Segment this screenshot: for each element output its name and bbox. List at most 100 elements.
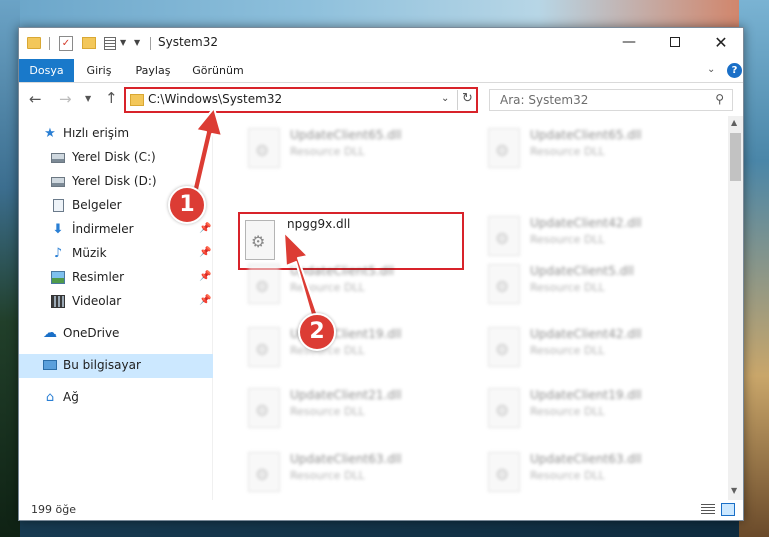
computer-icon <box>43 360 57 370</box>
scroll-down-icon[interactable]: ▼ <box>731 486 737 495</box>
scroll-up-icon[interactable]: ▲ <box>731 118 737 127</box>
vertical-scrollbar[interactable]: ▲ ▼ <box>728 116 743 500</box>
sidebar-item-label: İndirmeler <box>72 222 134 236</box>
dll-file-icon <box>248 264 280 304</box>
list-item[interactable]: UpdateClient42.dll Resource DLL <box>478 321 708 373</box>
tab-home[interactable]: Giriş <box>79 59 119 82</box>
sidebar-item-this-pc[interactable]: Bu bilgisayar <box>19 354 213 378</box>
dll-file-icon <box>245 220 275 260</box>
sidebar-item-label: Belgeler <box>72 198 122 212</box>
dll-file-icon <box>248 452 280 492</box>
pin-icon[interactable]: 📌 <box>199 247 211 258</box>
sidebar-item-onedrive[interactable]: ☁ OneDrive <box>19 322 213 346</box>
file-name: UpdateClient19.dll <box>530 388 642 402</box>
dll-file-icon <box>248 388 280 428</box>
star-icon: ★ <box>44 126 56 141</box>
list-item[interactable]: UpdateClient63.dll Resource DLL <box>238 446 468 498</box>
list-item[interactable]: UpdateClient63.dll Resource DLL <box>478 446 708 498</box>
dll-file-icon <box>248 128 280 168</box>
step-2-badge: 2 <box>298 313 336 351</box>
sidebar-item-label: Hızlı erişim <box>63 126 130 140</box>
list-item[interactable]: UpdateClient42.dll Resource DLL <box>478 210 708 262</box>
sidebar-item-videos[interactable]: Videolar 📌 <box>19 290 213 314</box>
dll-file-icon <box>488 452 520 492</box>
list-item[interactable]: UpdateClient65.dll Resource DLL <box>478 122 708 174</box>
forward-arrow-icon[interactable]: → <box>59 90 72 108</box>
documents-icon <box>53 199 64 212</box>
navigation-bar: ← → ▼ ↑ C:\Windows\System32 ⌄ ↻ Ara: Sys… <box>19 84 743 116</box>
tab-view[interactable]: Görünüm <box>189 59 247 82</box>
help-icon[interactable]: ? <box>727 63 742 78</box>
maximize-button[interactable] <box>652 28 698 59</box>
sidebar-item-label: Videolar <box>72 294 122 308</box>
new-folder-icon[interactable] <box>82 37 96 49</box>
tab-share[interactable]: Paylaş <box>131 59 175 82</box>
list-item[interactable]: UpdateClient5.dll Resource DLL <box>478 258 708 310</box>
scrollbar-thumb[interactable] <box>730 133 741 181</box>
file-list: UpdateClient65.dll Resource DLL npgg9x.d… <box>214 116 733 500</box>
pictures-icon <box>51 271 65 284</box>
recent-locations-icon[interactable]: ▼ <box>85 94 91 103</box>
refresh-icon[interactable]: ↻ <box>462 91 473 106</box>
sidebar-item-music[interactable]: ♪ Müzik 📌 <box>19 242 213 266</box>
file-type: Resource DLL <box>290 145 365 158</box>
videos-icon <box>51 295 65 308</box>
details-view-icon[interactable] <box>701 504 715 515</box>
dll-file-icon <box>248 327 280 367</box>
file-type: Resource DLL <box>530 233 605 246</box>
desktop-wallpaper-left <box>0 0 20 537</box>
address-bar[interactable]: C:\Windows\System32 ⌄ ↻ <box>124 87 478 113</box>
maximize-icon <box>670 37 680 47</box>
chevron-down-icon[interactable]: ▼ <box>120 38 126 54</box>
sidebar-item-network[interactable]: ⌂ Ağ <box>19 386 213 410</box>
minimize-button[interactable]: — <box>606 28 652 59</box>
expand-ribbon-icon[interactable]: ⌄ <box>707 64 715 75</box>
pin-icon[interactable]: 📌 <box>199 271 211 282</box>
file-type: Resource DLL <box>530 145 605 158</box>
sidebar-item-label: Bu bilgisayar <box>63 358 141 372</box>
file-type: Resource DLL <box>530 281 605 294</box>
up-arrow-icon[interactable]: ↑ <box>105 89 118 107</box>
back-arrow-icon[interactable]: ← <box>29 90 42 108</box>
file-type: Resource DLL <box>290 405 365 418</box>
toolbar-divider <box>150 37 151 50</box>
cloud-icon: ☁ <box>43 325 57 341</box>
music-icon: ♪ <box>53 246 63 261</box>
list-item[interactable]: UpdateClient65.dll Resource DLL <box>238 122 468 174</box>
pin-icon[interactable]: 📌 <box>199 223 211 234</box>
list-item[interactable]: UpdateClient19.dll Resource DLL <box>238 321 468 373</box>
address-history-icon[interactable]: ⌄ <box>441 93 449 104</box>
folder-icon <box>130 94 144 106</box>
list-item[interactable]: UpdateClient21.dll Resource DLL <box>238 382 468 434</box>
close-button[interactable]: ✕ <box>698 28 744 59</box>
file-type: Resource DLL <box>290 469 365 482</box>
sidebar-item-disk-c[interactable]: Yerel Disk (C:) <box>19 146 213 170</box>
dll-file-icon <box>488 216 520 256</box>
dll-file-icon <box>488 327 520 367</box>
list-item[interactable]: UpdateClient5.dll Resource DLL <box>238 258 468 310</box>
large-icons-view-icon[interactable] <box>721 503 735 516</box>
list-item[interactable]: UpdateClient19.dll Resource DLL <box>478 382 708 434</box>
search-placeholder: Ara: System32 <box>500 93 589 107</box>
search-input[interactable]: Ara: System32 ⚲ <box>489 89 733 111</box>
file-type: Resource DLL <box>530 344 605 357</box>
file-name: UpdateClient63.dll <box>290 452 402 466</box>
properties-icon[interactable] <box>104 37 116 50</box>
sidebar-item-label: Yerel Disk (C:) <box>72 150 156 164</box>
sidebar-item-pictures[interactable]: Resimler 📌 <box>19 266 213 290</box>
tab-file[interactable]: Dosya <box>19 59 74 82</box>
file-name: npgg9x.dll <box>287 217 351 231</box>
address-path[interactable]: C:\Windows\System32 <box>148 92 282 106</box>
sidebar-item-label: Ağ <box>63 390 79 404</box>
customize-toolbar-icon[interactable]: ▼ <box>134 38 140 54</box>
pin-icon[interactable]: 📌 <box>199 295 211 306</box>
file-explorer-window: ✓ ▼ ▼ System32 — ✕ Dosya Giriş Paylaş Gö… <box>18 27 744 521</box>
item-count: 199 öğe <box>31 503 76 516</box>
network-icon: ⌂ <box>45 390 55 405</box>
search-icon[interactable]: ⚲ <box>715 92 724 106</box>
sidebar-item-quick-access[interactable]: ★ Hızlı erişim <box>19 122 213 146</box>
step-1-badge: 1 <box>168 186 206 224</box>
sidebar-item-label: OneDrive <box>63 326 120 340</box>
properties-check-icon[interactable]: ✓ <box>59 36 73 51</box>
file-name: UpdateClient42.dll <box>530 327 642 341</box>
